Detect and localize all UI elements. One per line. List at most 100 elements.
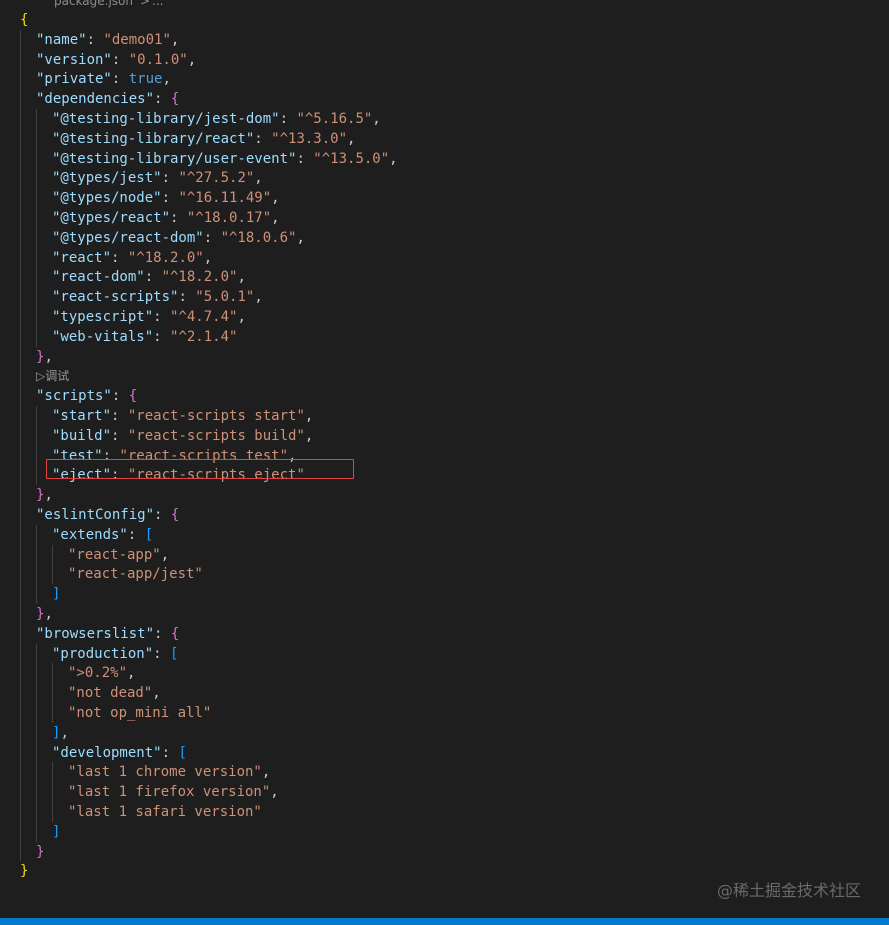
code-token: , [60, 724, 69, 741]
code-line[interactable]: "private": true, [0, 69, 889, 89]
code-line[interactable]: "not op_mini all" [0, 703, 889, 723]
code-token: , [271, 210, 280, 226]
code-token: , [127, 665, 136, 682]
code-line[interactable]: "scripts": { [0, 386, 889, 406]
code-token: "@testing-library/react" [52, 130, 255, 147]
code-token: "@types/node" [52, 190, 162, 207]
code-line[interactable]: "last 1 firefox version", [0, 782, 889, 802]
code-token: "^13.5.0" [313, 150, 390, 167]
code-line[interactable]: "react-scripts": "5.0.1", [0, 287, 889, 307]
indent-guide [36, 643, 37, 842]
indent-guide [52, 762, 53, 822]
code-line[interactable]: "@types/react": "^18.0.17", [0, 208, 889, 228]
code-line[interactable]: ], [0, 723, 889, 743]
code-line[interactable]: "production": [ [0, 644, 889, 664]
code-line[interactable]: ">0.2%", [0, 663, 889, 683]
code-token: "@types/react-dom" [52, 229, 204, 246]
code-line[interactable]: "browserslist": { [0, 624, 889, 644]
code-token: [ [178, 744, 187, 761]
code-line[interactable]: "version": "0.1.0", [0, 50, 889, 70]
code-token: "dependencies" [36, 91, 155, 108]
indent-guide [20, 29, 21, 862]
code-token: : [86, 31, 104, 48]
code-token: , [271, 190, 280, 207]
code-line[interactable]: "build": "react-scripts build", [0, 426, 889, 446]
watermark: @稀土掘金技术社区 [716, 881, 861, 900]
code-line[interactable]: "not dead", [0, 683, 889, 703]
code-token: "private" [36, 71, 112, 88]
code-line[interactable]: }, [0, 347, 889, 367]
debug-codelens[interactable]: ▷调试 [36, 366, 69, 386]
code-line[interactable]: "dependencies": { [0, 89, 889, 109]
code-token: "react-app" [68, 546, 161, 563]
code-token: "last 1 chrome version" [68, 764, 262, 781]
code-token: : [161, 190, 179, 207]
code-line[interactable]: "last 1 chrome version", [0, 762, 889, 782]
code-token: "@testing-library/user-event" [52, 150, 297, 167]
code-token: : [178, 289, 196, 306]
code-line[interactable]: "eslintConfig": { [0, 505, 889, 525]
code-token: : [153, 645, 171, 662]
code-line[interactable]: "react-dom": "^18.2.0", [0, 267, 889, 287]
code-token: "last 1 firefox version" [68, 784, 271, 801]
code-token: "development" [52, 744, 162, 761]
code-token: , [44, 348, 53, 365]
code-token: "scripts" [36, 388, 112, 405]
code-editor[interactable]: {"name": "demo01", "version": "0.1.0", "pr… [0, 7, 889, 907]
code-token: : [170, 210, 187, 226]
code-token: , [296, 229, 305, 246]
code-line[interactable]: "extends": [ [0, 525, 889, 545]
status-bar [0, 918, 889, 925]
code-token: true [128, 71, 163, 88]
code-token: } [36, 843, 45, 860]
code-line[interactable]: "last 1 safari version" [0, 802, 889, 822]
code-token: "browserslist" [36, 625, 155, 642]
code-token: "typescript" [52, 309, 154, 325]
code-token: : [111, 408, 128, 424]
code-line[interactable]: ] [0, 822, 889, 842]
code-token: [ [170, 645, 179, 662]
code-line[interactable]: "react-app", [0, 545, 889, 565]
code-line[interactable]: "@testing-library/user-event": "^13.5.0"… [0, 149, 889, 169]
code-token: "not op_mini all" [68, 705, 212, 721]
code-token: , [347, 130, 356, 147]
code-token: , [237, 269, 246, 286]
code-token: ">0.2%" [68, 665, 128, 682]
code-line[interactable]: "name": "demo01", [0, 30, 889, 50]
code-line[interactable]: "development": [ [0, 743, 889, 763]
code-token: "last 1 safari version" [68, 804, 262, 820]
code-line[interactable]: "@testing-library/jest-dom": "^5.16.5", [0, 109, 889, 129]
code-token: : [111, 249, 128, 266]
code-line[interactable]: "start": "react-scripts start", [0, 406, 889, 426]
code-line[interactable]: "@testing-library/react": "^13.3.0", [0, 129, 889, 149]
code-line[interactable]: } [0, 842, 889, 862]
code-token: : [203, 229, 221, 246]
code-line[interactable]: "web-vitals": "^2.1.4" [0, 327, 889, 347]
code-token: , [187, 51, 197, 68]
code-token: "eslintConfig" [36, 507, 155, 523]
code-token: [ [144, 526, 154, 543]
code-line[interactable]: ] [0, 584, 889, 604]
code-token: : [254, 130, 272, 147]
code-line[interactable]: "@types/react-dom": "^18.0.6", [0, 228, 889, 248]
code-line[interactable]: "@types/jest": "^27.5.2", [0, 168, 889, 188]
code-line[interactable]: }, [0, 485, 889, 505]
code-token: "react-scripts" [52, 289, 179, 306]
code-token: "react" [52, 249, 112, 266]
code-line[interactable]: "react-app/jest" [0, 564, 889, 584]
code-line[interactable]: "typescript": "^4.7.4", [0, 307, 889, 327]
code-line[interactable]: "@types/node": "^16.11.49", [0, 188, 889, 208]
code-token: , [162, 71, 171, 88]
code-token: "not dead" [68, 685, 153, 702]
code-token: : [111, 71, 129, 88]
code-token: : [161, 744, 179, 761]
code-token: "extends" [52, 526, 128, 543]
code-token: { [128, 388, 138, 405]
code-token: } [20, 863, 29, 880]
indent-guide [36, 524, 37, 604]
code-line[interactable]: "react": "^18.2.0", [0, 248, 889, 268]
code-line[interactable]: { [0, 10, 889, 30]
code-line[interactable]: }, [0, 604, 889, 624]
indent-guide [52, 544, 53, 585]
code-token: , [203, 249, 213, 266]
